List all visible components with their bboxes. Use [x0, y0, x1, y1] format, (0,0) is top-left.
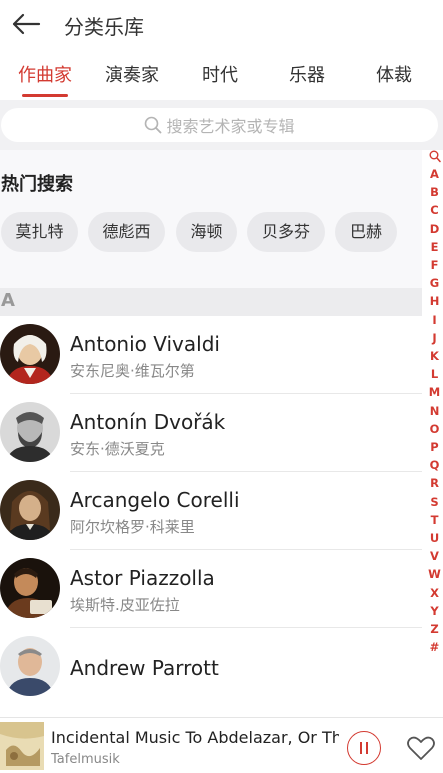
- tab-label: 时代: [202, 65, 238, 86]
- chip-mozart[interactable]: 莫扎特: [1, 212, 78, 252]
- index-letter[interactable]: I: [426, 313, 443, 327]
- index-letter[interactable]: M: [426, 386, 443, 399]
- tab-composer[interactable]: 作曲家: [1, 56, 89, 97]
- section-header: A: [0, 288, 422, 316]
- hot-search-section: 热门搜索 莫扎特 德彪西 海顿 贝多芬 巴赫: [0, 150, 422, 288]
- index-letter[interactable]: C: [426, 204, 443, 217]
- index-letter[interactable]: E: [426, 240, 443, 254]
- index-letter[interactable]: F: [426, 259, 443, 272]
- tab-instrument[interactable]: 乐器: [263, 56, 351, 96]
- index-letter[interactable]: Q: [426, 459, 443, 472]
- index-letter[interactable]: A: [426, 168, 443, 181]
- index-letter[interactable]: B: [426, 186, 443, 199]
- chip-beethoven[interactable]: 贝多芬: [247, 212, 325, 252]
- index-letter[interactable]: D: [426, 222, 443, 236]
- index-letter[interactable]: Y: [426, 604, 443, 618]
- index-letter[interactable]: V: [426, 550, 443, 563]
- avatar: [0, 636, 60, 696]
- search-band: 搜索艺术家或专辑: [0, 100, 443, 150]
- artist-name: Andrew Parrott: [70, 656, 219, 680]
- artist-subtitle: 安东尼奥·维瓦尔第: [70, 362, 195, 380]
- avatar: [0, 558, 60, 618]
- page-title: 分类乐库: [64, 15, 144, 39]
- artist-name: Antonín Dvořák: [70, 410, 226, 434]
- tab-label: 演奏家: [105, 65, 159, 86]
- index-letter[interactable]: L: [426, 368, 443, 381]
- song-artist: Tafelmusik: [51, 752, 120, 767]
- index-search-icon[interactable]: [426, 150, 443, 166]
- index-letter[interactable]: K: [426, 350, 443, 363]
- index-letter[interactable]: N: [426, 404, 443, 418]
- artist-name: Antonio Vivaldi: [70, 332, 220, 356]
- avatar: [0, 402, 60, 462]
- pause-button[interactable]: [347, 731, 381, 765]
- alphabet-index[interactable]: A B C D E F G H I J K L M N O P Q R S T U V W X Y Z #: [426, 150, 443, 666]
- index-letter[interactable]: P: [426, 441, 443, 454]
- index-letter[interactable]: R: [426, 477, 443, 490]
- chip-bach[interactable]: 巴赫: [335, 212, 397, 252]
- hot-search-title: 热门搜索: [1, 174, 73, 195]
- tab-era[interactable]: 时代: [176, 56, 264, 96]
- album-cover[interactable]: [0, 722, 44, 770]
- index-letter[interactable]: H: [426, 295, 443, 308]
- index-letter[interactable]: W: [426, 568, 443, 581]
- active-tab-indicator: [22, 94, 68, 97]
- tab-label: 作曲家: [18, 65, 72, 86]
- index-letter[interactable]: T: [426, 513, 443, 527]
- index-letter[interactable]: U: [426, 532, 443, 545]
- favorite-button[interactable]: [405, 732, 437, 764]
- list-item[interactable]: Astor Piazzolla 埃斯特.皮亚佐拉: [0, 550, 422, 628]
- artist-subtitle: 阿尔坎格罗·科莱里: [70, 518, 195, 536]
- index-letter[interactable]: #: [426, 641, 443, 654]
- category-tabs: 作曲家 演奏家 时代 乐器 体裁: [0, 56, 443, 100]
- heart-icon: [407, 736, 435, 760]
- index-letter[interactable]: O: [426, 422, 443, 436]
- artist-subtitle: 埃斯特.皮亚佐拉: [70, 596, 180, 614]
- list-item[interactable]: Antonio Vivaldi 安东尼奥·维瓦尔第: [0, 316, 422, 394]
- artist-name: Astor Piazzolla: [70, 566, 215, 590]
- list-item[interactable]: Arcangelo Corelli 阿尔坎格罗·科莱里: [0, 472, 422, 550]
- index-letter[interactable]: G: [426, 277, 443, 290]
- top-bar: 分类乐库: [0, 0, 443, 50]
- search-icon: [145, 116, 162, 134]
- avatar: [0, 480, 60, 540]
- avatar: [0, 324, 60, 384]
- mini-player[interactable]: Incidental Music To Abdelazar, Or The I …: [0, 717, 443, 773]
- index-letter[interactable]: S: [426, 495, 443, 509]
- list-item[interactable]: Andrew Parrott: [0, 628, 422, 706]
- pause-icon: [360, 742, 368, 754]
- chip-haydn[interactable]: 海顿: [176, 212, 237, 252]
- song-title: Incidental Music To Abdelazar, Or The I: [51, 728, 339, 747]
- search-placeholder: 搜索艺术家或专辑: [166, 117, 295, 136]
- search-input[interactable]: 搜索艺术家或专辑: [1, 108, 438, 142]
- tab-label: 乐器: [289, 65, 325, 86]
- artist-subtitle: 安东·德沃夏克: [70, 440, 165, 458]
- arrow-left-icon: [12, 13, 41, 35]
- artist-name: Arcangelo Corelli: [70, 488, 240, 512]
- list-item[interactable]: Antonín Dvořák 安东·德沃夏克: [0, 394, 422, 472]
- index-letter[interactable]: J: [426, 331, 443, 345]
- tab-performer[interactable]: 演奏家: [88, 56, 176, 96]
- section-letter: A: [1, 290, 15, 311]
- back-button[interactable]: [8, 6, 44, 42]
- index-letter[interactable]: X: [426, 586, 443, 600]
- chip-debussy[interactable]: 德彪西: [88, 212, 165, 252]
- tab-genre[interactable]: 体裁: [350, 56, 438, 96]
- index-letter[interactable]: Z: [426, 623, 443, 636]
- tab-label: 体裁: [376, 65, 412, 86]
